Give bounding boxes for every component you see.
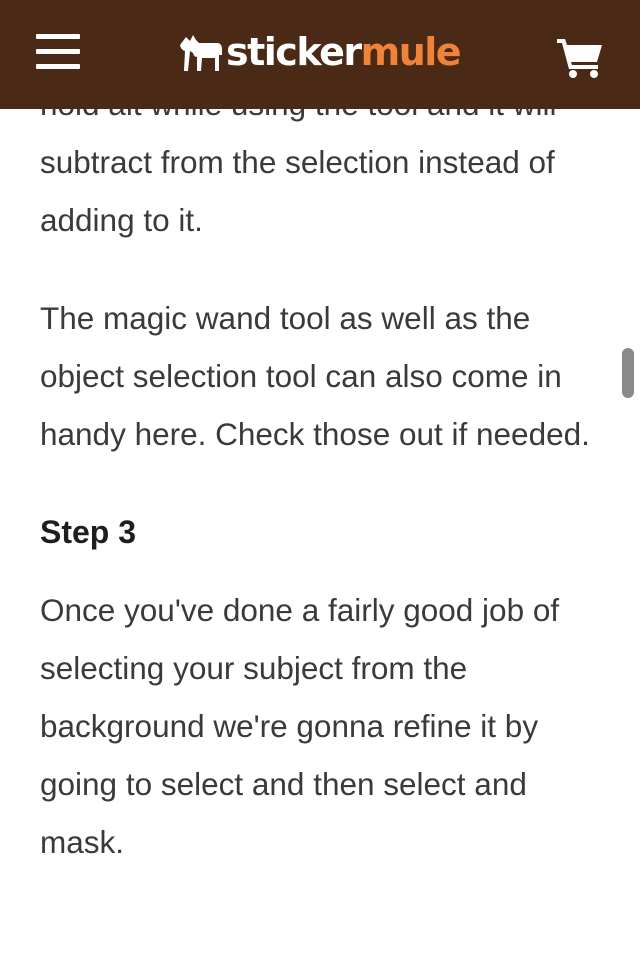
scrollbar-thumb[interactable] (622, 348, 634, 398)
stickermule-logo[interactable]: stickermule (178, 28, 462, 76)
menu-bar (36, 34, 80, 39)
mule-logo-icon (180, 35, 222, 71)
article-paragraph: Once you've done a fairly good job of se… (40, 592, 560, 860)
hamburger-menu-icon[interactable] (36, 32, 82, 72)
article-body: hold alt while using the tool and it wil… (40, 75, 600, 911)
step-heading: Step 3 (40, 514, 137, 550)
article-paragraph: The magic wand tool as well as the objec… (40, 300, 590, 452)
logo-text-sticker: sticker (226, 30, 362, 74)
menu-bar (36, 49, 80, 54)
shopping-cart-icon[interactable] (556, 36, 604, 78)
logo-text-mule: mule (360, 30, 462, 74)
logo-wordmark: stickermule (226, 30, 462, 74)
menu-bar (36, 64, 80, 69)
site-header: stickermule (0, 0, 640, 109)
